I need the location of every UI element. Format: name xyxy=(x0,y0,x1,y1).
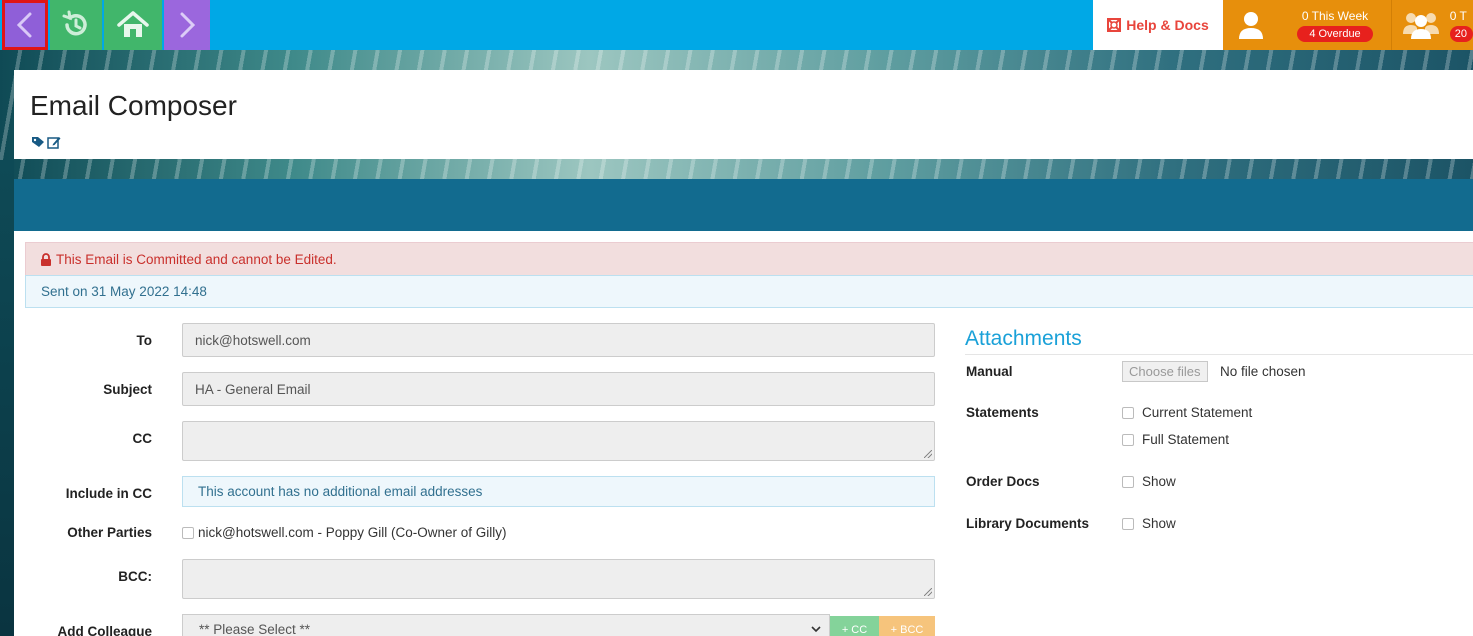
resize-grip-icon[interactable] xyxy=(924,588,932,596)
manual-label: Manual xyxy=(966,364,1013,379)
team-task-stats: 0 T 20 xyxy=(1449,8,1473,42)
my-task-stats: 0 This Week 4 Overdue xyxy=(1279,9,1391,42)
team-overdue-badge: 20 xyxy=(1449,25,1473,42)
full-statement-checkbox[interactable] xyxy=(1122,433,1134,446)
edit-icon[interactable] xyxy=(47,136,61,149)
overdue-badge: 4 Overdue xyxy=(1297,25,1373,42)
full-statement-text: Full Statement xyxy=(1142,432,1230,447)
statements-label: Statements xyxy=(966,405,1039,420)
help-docs-button[interactable]: Help & Docs xyxy=(1093,0,1223,50)
order-docs-text: Show xyxy=(1142,474,1176,489)
library-documents-text: Show xyxy=(1142,516,1176,531)
include-cc-note: This account has no additional email add… xyxy=(182,476,935,507)
include-cc-label: Include in CC xyxy=(65,486,152,501)
full-statement-option[interactable]: Full Statement xyxy=(1122,432,1229,447)
colleague-select[interactable]: ** Please Select ** xyxy=(182,614,830,636)
bcc-label: BCC: xyxy=(118,569,152,584)
cc-label: CC xyxy=(132,431,153,446)
include-cc-note-text: This account has no additional email add… xyxy=(198,484,483,499)
my-tasks-widget[interactable]: 0 This Week 4 Overdue xyxy=(1223,0,1391,50)
other-party-option[interactable]: nick@hotswell.com - Poppy Gill (Co-Owner… xyxy=(182,525,507,540)
background-edge xyxy=(0,160,14,636)
page-title: Email Composer xyxy=(30,90,237,121)
chevron-right-icon xyxy=(180,12,196,38)
team-this-week-count: 0 T xyxy=(1449,8,1467,23)
add-colleague-label: Add Colleague xyxy=(57,624,152,636)
chevron-left-icon xyxy=(16,12,32,38)
library-documents-checkbox[interactable] xyxy=(1122,517,1134,530)
to-label: To xyxy=(136,333,153,348)
bcc-field[interactable] xyxy=(182,559,935,599)
other-party-text: nick@hotswell.com - Poppy Gill (Co-Owner… xyxy=(198,525,507,540)
attachments-heading: Attachments xyxy=(965,327,1473,355)
add-cc-button[interactable]: + CC xyxy=(830,616,879,636)
current-statement-option[interactable]: Current Statement xyxy=(1122,405,1252,420)
section-header-bar xyxy=(14,179,1473,231)
other-parties-label: Other Parties xyxy=(67,525,152,540)
cc-field[interactable] xyxy=(182,421,935,461)
subject-field[interactable]: HA - General Email xyxy=(182,372,935,406)
current-statement-text: Current Statement xyxy=(1142,405,1253,420)
chevron-down-icon xyxy=(811,625,821,632)
tags-icon[interactable] xyxy=(31,136,45,148)
add-bcc-button[interactable]: + BCC xyxy=(879,616,935,636)
sent-info: Sent on 31 May 2022 14:48 xyxy=(25,275,1473,308)
forward-button[interactable] xyxy=(164,0,210,50)
top-navbar: Help & Docs 0 This Week 4 Overdue 0 T 20 xyxy=(0,0,1473,50)
lock-icon xyxy=(41,252,51,266)
other-party-checkbox[interactable] xyxy=(182,526,194,539)
library-documents-option[interactable]: Show xyxy=(1122,516,1176,531)
back-button[interactable] xyxy=(2,0,48,50)
resize-grip-icon[interactable] xyxy=(924,450,932,458)
committed-alert-text: This Email is Committed and cannot be Ed… xyxy=(56,251,337,267)
team-tasks-widget[interactable]: 0 T 20 xyxy=(1391,0,1473,50)
committed-alert: This Email is Committed and cannot be Ed… xyxy=(25,242,1473,276)
order-docs-option[interactable]: Show xyxy=(1122,474,1176,489)
history-button[interactable] xyxy=(50,0,102,50)
to-field[interactable]: nick@hotswell.com xyxy=(182,323,935,357)
subject-label: Subject xyxy=(103,382,152,397)
order-docs-checkbox[interactable] xyxy=(1122,475,1134,488)
library-documents-label: Library Documents xyxy=(966,516,1090,531)
choose-files-button[interactable]: Choose files xyxy=(1122,361,1208,382)
email-form-panel: This Email is Committed and cannot be Ed… xyxy=(14,231,1473,636)
current-statement-checkbox[interactable] xyxy=(1122,406,1134,419)
this-week-count: 0 This Week xyxy=(1301,8,1369,23)
sent-info-text: Sent on 31 May 2022 14:48 xyxy=(41,284,207,299)
title-card: Email Composer xyxy=(14,70,1473,159)
file-status: No file chosen xyxy=(1220,364,1306,379)
life-ring-icon xyxy=(1107,18,1122,32)
home-button[interactable] xyxy=(104,0,162,50)
colleague-select-value: ** Please Select ** xyxy=(199,621,311,636)
title-actions xyxy=(31,136,61,149)
help-docs-label: Help & Docs xyxy=(1126,17,1209,33)
home-icon xyxy=(117,11,149,37)
history-icon xyxy=(62,10,87,36)
order-docs-label: Order Docs xyxy=(966,474,1040,489)
user-icon xyxy=(1223,10,1279,40)
team-icon xyxy=(1392,10,1450,40)
